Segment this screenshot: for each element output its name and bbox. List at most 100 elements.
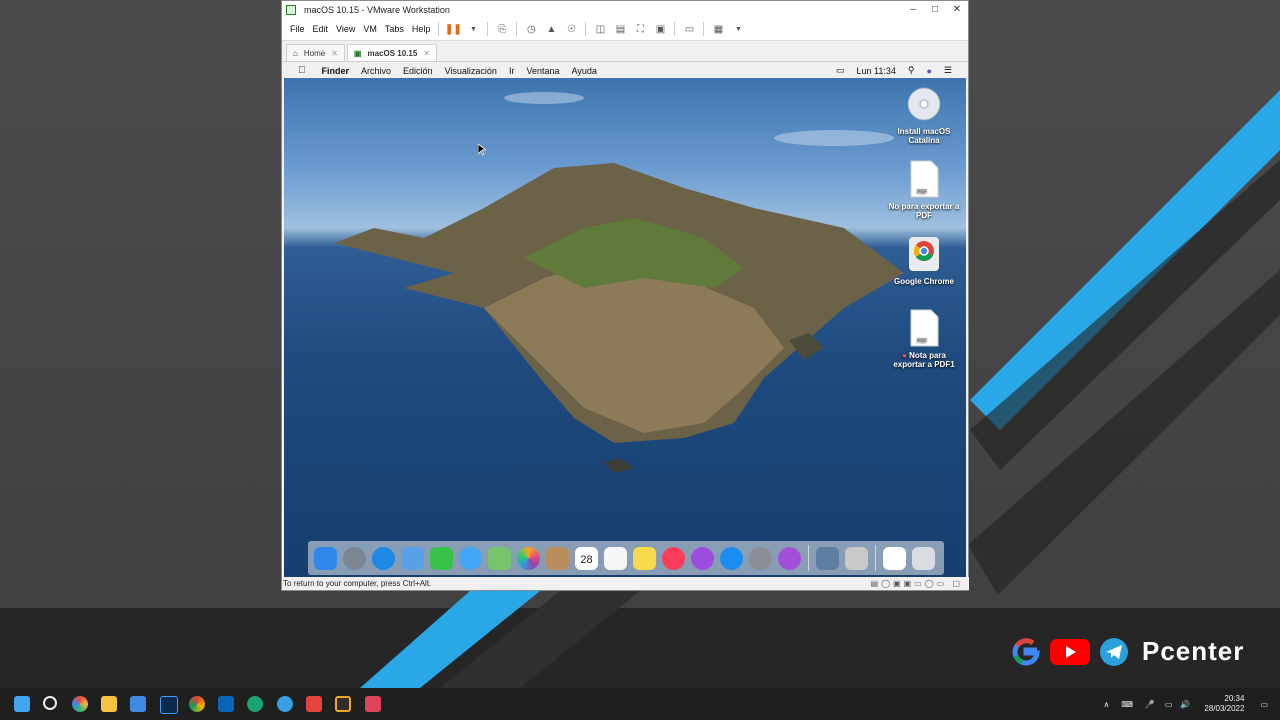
minimize-button[interactable]: –: [902, 4, 924, 15]
menu-vm[interactable]: VM: [363, 24, 377, 34]
guest-screen[interactable]:  Finder Archivo Edición Visualización I…: [284, 63, 966, 577]
chevron-down-icon[interactable]: ▼: [466, 22, 480, 36]
desktop-icon-pdf1[interactable]: PDF ● Nota para exportar a PDF1: [886, 309, 962, 369]
siri-icon[interactable]: ●: [926, 66, 931, 76]
desktop-icon-chrome[interactable]: Google Chrome: [886, 235, 962, 286]
music-icon[interactable]: [662, 546, 685, 570]
desktop-icon-label: ● Nota para exportar a PDF1: [893, 351, 955, 369]
windows-taskbar: ∧ ⌨ 🎤 ▭ 🔊 20:34 28/03/2022 ▭: [0, 688, 1280, 720]
podcasts-icon[interactable]: [691, 546, 714, 570]
toolbar-separator: [487, 22, 489, 36]
desktop-icon-install-macos[interactable]: Install macOS Catalina: [886, 85, 962, 145]
pdf-file-icon: PDF: [910, 160, 939, 198]
photoshop-icon[interactable]: [160, 696, 178, 714]
finder-icon[interactable]: [314, 546, 337, 570]
file-explorer-icon[interactable]: [101, 696, 117, 712]
keyboard-icon[interactable]: ⌨: [1121, 700, 1133, 709]
menu-finder[interactable]: Finder: [322, 66, 350, 76]
thumbnail-bar-icon[interactable]: ▤: [613, 22, 627, 36]
vm-status-bar: To return to your computer, press Ctrl+A…: [282, 577, 969, 590]
menu-visualizacion[interactable]: Visualización: [445, 66, 497, 76]
menu-edicion[interactable]: Edición: [403, 66, 433, 76]
edge-icon[interactable]: [247, 696, 263, 712]
telegram-icon: [1100, 637, 1128, 666]
photos-icon[interactable]: [517, 546, 540, 570]
launchpad-icon[interactable]: [343, 546, 366, 570]
notification-icon[interactable]: ▭: [1260, 700, 1268, 709]
stretch-guest-icon[interactable]: ▦: [711, 22, 725, 36]
printer-icon[interactable]: [845, 546, 868, 570]
toolbar-separator: [438, 22, 440, 36]
screen-recorder-icon[interactable]: [365, 696, 381, 712]
pdf-file-icon: PDF: [910, 309, 939, 347]
title-bar: macOS 10.15 - VMware Workstation – □ ✕: [282, 1, 968, 18]
pcenter-brand: Pcenter: [1012, 636, 1244, 667]
pinwheel-app-icon[interactable]: [72, 696, 88, 712]
reminders-icon[interactable]: [604, 546, 627, 570]
menu-tabs[interactable]: Tabs: [385, 24, 404, 34]
airplay-display-icon[interactable]: ▭: [836, 65, 845, 76]
network-icon[interactable]: ▭: [1165, 700, 1173, 709]
document-icon[interactable]: [883, 546, 906, 570]
facetime-icon[interactable]: [430, 546, 453, 570]
start-icon[interactable]: [14, 696, 30, 712]
notes-icon[interactable]: [633, 546, 656, 570]
chevron-up-icon[interactable]: ∧: [1103, 700, 1109, 709]
trash-icon[interactable]: [912, 546, 935, 570]
mac-dock: 28: [308, 541, 944, 575]
chrome-taskbar-icon[interactable]: [189, 696, 205, 712]
menu-view[interactable]: View: [336, 24, 355, 34]
menu-ayuda[interactable]: Ayuda: [571, 66, 596, 76]
menu-edit[interactable]: Edit: [313, 24, 329, 34]
unity-icon[interactable]: ▣: [653, 22, 667, 36]
search-icon[interactable]: [43, 696, 57, 710]
mac-status-area: ▭ Lun 11:34 ⚲ ● ☰: [830, 65, 966, 76]
spotlight-search-icon[interactable]: ⚲: [908, 65, 915, 76]
menu-ventana[interactable]: Ventana: [526, 66, 559, 76]
safari-icon[interactable]: [372, 546, 395, 570]
menu-ir[interactable]: Ir: [509, 66, 515, 76]
send-ctrl-alt-del-icon[interactable]: ⎘: [495, 22, 509, 36]
sidebar-toggle-icon[interactable]: ◫: [593, 22, 607, 36]
pause-icon[interactable]: ❚❚: [445, 22, 462, 36]
maximize-button[interactable]: □: [924, 4, 946, 15]
tab-macos[interactable]: ▣ macOS 10.15 ✕: [346, 44, 437, 61]
close-button[interactable]: ✕: [946, 4, 968, 15]
system-clock[interactable]: 20:34 28/03/2022: [1204, 694, 1244, 714]
tab-label: Home: [303, 48, 326, 58]
volume-icon[interactable]: 🔊: [1180, 700, 1190, 709]
full-screen-icon[interactable]: ⛶: [633, 22, 647, 36]
menu-archivo[interactable]: Archivo: [361, 66, 391, 76]
close-tab-icon[interactable]: ✕: [423, 49, 430, 58]
app-store-icon[interactable]: [720, 546, 743, 570]
system-preferences-icon[interactable]: [749, 546, 772, 570]
maps-icon[interactable]: [488, 546, 511, 570]
outlook-icon[interactable]: [218, 696, 234, 712]
contacts-icon[interactable]: [546, 546, 569, 570]
menu-bar: File Edit View VM Tabs Help ❚❚ ▼ ⎘ ◷ ▲ ☉…: [282, 18, 968, 41]
preview-icon[interactable]: [816, 546, 839, 570]
mail-icon[interactable]: [401, 546, 424, 570]
console-icon[interactable]: ▭: [682, 22, 696, 36]
menu-help[interactable]: Help: [412, 24, 431, 34]
menu-file[interactable]: File: [290, 24, 305, 34]
browser-icon[interactable]: [277, 696, 293, 712]
chevron-down-icon[interactable]: ▼: [731, 22, 745, 36]
notification-center-icon[interactable]: ☰: [944, 65, 952, 76]
snapshot-icon[interactable]: ◷: [524, 22, 538, 36]
close-tab-icon[interactable]: ✕: [331, 49, 338, 58]
vmware-taskbar-icon[interactable]: [335, 696, 351, 712]
desktop-icon-pdf[interactable]: PDF No para exportar a PDF: [886, 160, 962, 220]
anydesk-icon[interactable]: [306, 696, 322, 712]
apple-icon[interactable]: : [298, 65, 306, 76]
tab-home[interactable]: ⌂ Home ✕: [286, 44, 345, 61]
microphone-icon[interactable]: 🎤: [1145, 700, 1155, 709]
calendar-icon[interactable]: 28: [575, 546, 598, 570]
revert-snapshot-icon[interactable]: ▲: [544, 22, 558, 36]
mac-clock[interactable]: Lun 11:34: [857, 66, 896, 76]
messages-icon[interactable]: [459, 546, 482, 570]
feedback-icon[interactable]: [778, 546, 801, 570]
snapshot-manager-icon[interactable]: ☉: [564, 22, 578, 36]
store-icon[interactable]: [130, 696, 146, 712]
vm-icon: ▣: [353, 48, 362, 58]
